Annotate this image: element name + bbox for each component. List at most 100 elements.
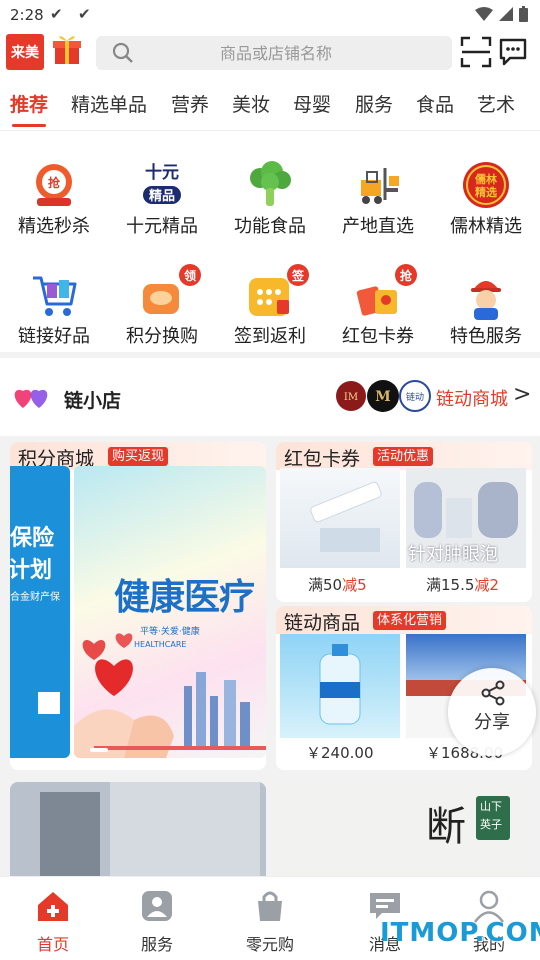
banner-title: 健康医疗 xyxy=(114,577,255,618)
svg-text:链动: 链动 xyxy=(406,391,424,403)
divider xyxy=(0,130,540,131)
gift-box-icon[interactable] xyxy=(52,32,82,66)
cream-tube-image xyxy=(310,481,382,552)
share-icon xyxy=(481,680,505,706)
tab-food[interactable]: 食品 xyxy=(416,90,454,117)
book-title-glyph: 断 xyxy=(426,804,466,850)
banner-text: 计划 xyxy=(10,558,53,583)
product-image[interactable]: 针对肿眼泡 xyxy=(406,468,526,568)
book-tag-text: 英子 xyxy=(480,818,502,831)
tab-beauty[interactable]: 美妆 xyxy=(232,90,270,117)
heart-icon xyxy=(14,389,48,408)
grid-item-label: 功能食品 xyxy=(234,216,306,237)
status-time: 2:28 xyxy=(10,6,44,24)
hearts-hands-illustration xyxy=(74,633,266,758)
grid-item-label: 签到返利 xyxy=(234,326,306,347)
card-coupons[interactable]: 红包卡券 活动优惠 针对肿眼泡 满50减5 满15.5减2 xyxy=(276,442,532,602)
book-tag: 山下 英子 xyxy=(476,796,510,840)
download-done-icon: ✔ xyxy=(50,5,63,23)
card-title: 红包卡券 xyxy=(284,448,361,470)
svg-text:IM: IM xyxy=(344,392,358,403)
category-tabs: 推荐 精选单品 营养 美妆 母婴 服务 食品 艺术 xyxy=(0,84,540,127)
coupon-price: 满15.5减2 xyxy=(426,576,499,594)
grid-item-flash-sale[interactable]: 抢 精选秒杀 xyxy=(0,160,108,260)
chain-mall-link[interactable]: 链动商城 xyxy=(436,385,508,411)
badge-claim: 领 xyxy=(179,264,201,286)
nav-label: 首页 xyxy=(36,935,69,954)
badge-grab: 抢 xyxy=(395,264,417,286)
tab-recommend[interactable]: 推荐 xyxy=(10,90,48,117)
product-price: ￥240.00 xyxy=(306,744,374,762)
wifi-icon xyxy=(475,7,493,21)
tab-art[interactable]: 艺术 xyxy=(477,90,515,117)
signal-icon xyxy=(499,7,513,21)
tab-nutrition[interactable]: 营养 xyxy=(171,90,209,117)
shop-row[interactable]: 链小店 IM M 链动 链动商城 > xyxy=(0,358,540,436)
ten-yuan-icon: 十元 精品 xyxy=(143,162,181,204)
nav-zero-yuan[interactable]: 零元购 xyxy=(230,889,310,955)
product-image-caption: 针对肿眼泡 xyxy=(408,544,498,565)
app-root: 2:28 ✔ ✔ 来美 商品或店铺名称 推荐 精选单品 营养 美妆 母婴 服务 … xyxy=(0,0,540,960)
worker-icon xyxy=(471,281,501,320)
grid-item-origin-direct[interactable]: 产地直选 xyxy=(324,160,432,260)
badge-sign: 签 xyxy=(287,264,309,286)
nav-label: 服务 xyxy=(140,935,173,954)
tab-selected-items[interactable]: 精选单品 xyxy=(71,90,147,117)
tab-services[interactable]: 服务 xyxy=(355,90,393,117)
banner-text: 合金财产保 xyxy=(10,592,60,603)
watermark: ITMOP.COM xyxy=(380,918,540,948)
flash-sale-icon: 抢 xyxy=(36,164,72,206)
grid-item-ten-yuan[interactable]: 十元 精品 十元精品 xyxy=(108,160,216,260)
bag-icon xyxy=(258,891,282,921)
room-image xyxy=(10,782,266,882)
insurance-banner[interactable]: 保险 计划 合金财产保 xyxy=(10,466,70,758)
grid-item-rulin-selected[interactable]: 儒林 精选 儒林精选 xyxy=(432,160,540,260)
card-product-book[interactable]: 断 山下 英子 xyxy=(276,782,532,882)
rulin-seal-icon: 儒林 精选 xyxy=(463,162,509,208)
card-points-mall[interactable]: 积分商城 购买返现 保险 计划 合金财产保 健康医疗 平等·关爱·健康 HEAL… xyxy=(10,442,266,770)
grid-item-label: 链接好品 xyxy=(18,326,90,347)
svg-text:精品: 精品 xyxy=(149,188,175,204)
search-bar[interactable]: 商品或店铺名称 xyxy=(96,36,452,70)
broccoli-icon xyxy=(250,161,291,206)
share-label: 分享 xyxy=(474,712,510,733)
product-image[interactable] xyxy=(280,468,400,568)
banner-text: 保险 xyxy=(10,526,55,551)
card-tag: 活动优惠 xyxy=(373,447,434,466)
chevron-right-icon[interactable]: > xyxy=(513,382,531,407)
shop-title: 链小店 xyxy=(64,390,122,412)
nav-home[interactable]: 首页 xyxy=(13,889,93,955)
svg-text:十元: 十元 xyxy=(145,162,179,183)
nav-service[interactable]: 服务 xyxy=(117,889,197,955)
grid-item-functional-food[interactable]: 功能食品 xyxy=(216,160,324,260)
grid-item-label: 积分换购 xyxy=(126,326,198,347)
nav-label: 零元购 xyxy=(245,935,294,954)
message-icon[interactable] xyxy=(498,37,528,67)
battery-icon xyxy=(519,6,528,22)
tab-mother-baby[interactable]: 母婴 xyxy=(293,90,331,117)
grid-item-label: 十元精品 xyxy=(126,216,198,237)
card-tag: 体系化营销 xyxy=(373,611,447,630)
forklift-icon xyxy=(361,168,399,204)
water-bottle-image xyxy=(319,644,361,725)
grid-item-label: 精选秒杀 xyxy=(18,216,90,237)
healthcare-banner[interactable]: 健康医疗 平等·关爱·健康 HEALTHCARE xyxy=(74,466,266,758)
shopping-cart-icon xyxy=(33,276,77,316)
card-product-room[interactable] xyxy=(10,782,266,882)
download-done-icon: ✔ xyxy=(78,5,91,23)
book-tag-text: 山下 xyxy=(480,800,502,813)
grid-item-label: 儒林精选 xyxy=(450,216,522,237)
product-image[interactable] xyxy=(280,634,400,738)
search-icon xyxy=(112,42,133,63)
app-logo[interactable]: 来美 xyxy=(6,34,44,70)
search-placeholder: 商品或店铺名称 xyxy=(220,44,333,63)
svg-text:精选: 精选 xyxy=(475,185,497,199)
home-icon xyxy=(38,892,68,921)
grid-item-label: 特色服务 xyxy=(450,326,522,347)
scan-icon[interactable] xyxy=(460,36,492,68)
card-tag: 购买返现 xyxy=(108,447,169,466)
coupon-price: 满50减5 xyxy=(308,576,367,594)
service-icon xyxy=(142,891,172,921)
share-button[interactable]: 分享 xyxy=(448,668,536,756)
svg-text:M: M xyxy=(375,389,391,405)
